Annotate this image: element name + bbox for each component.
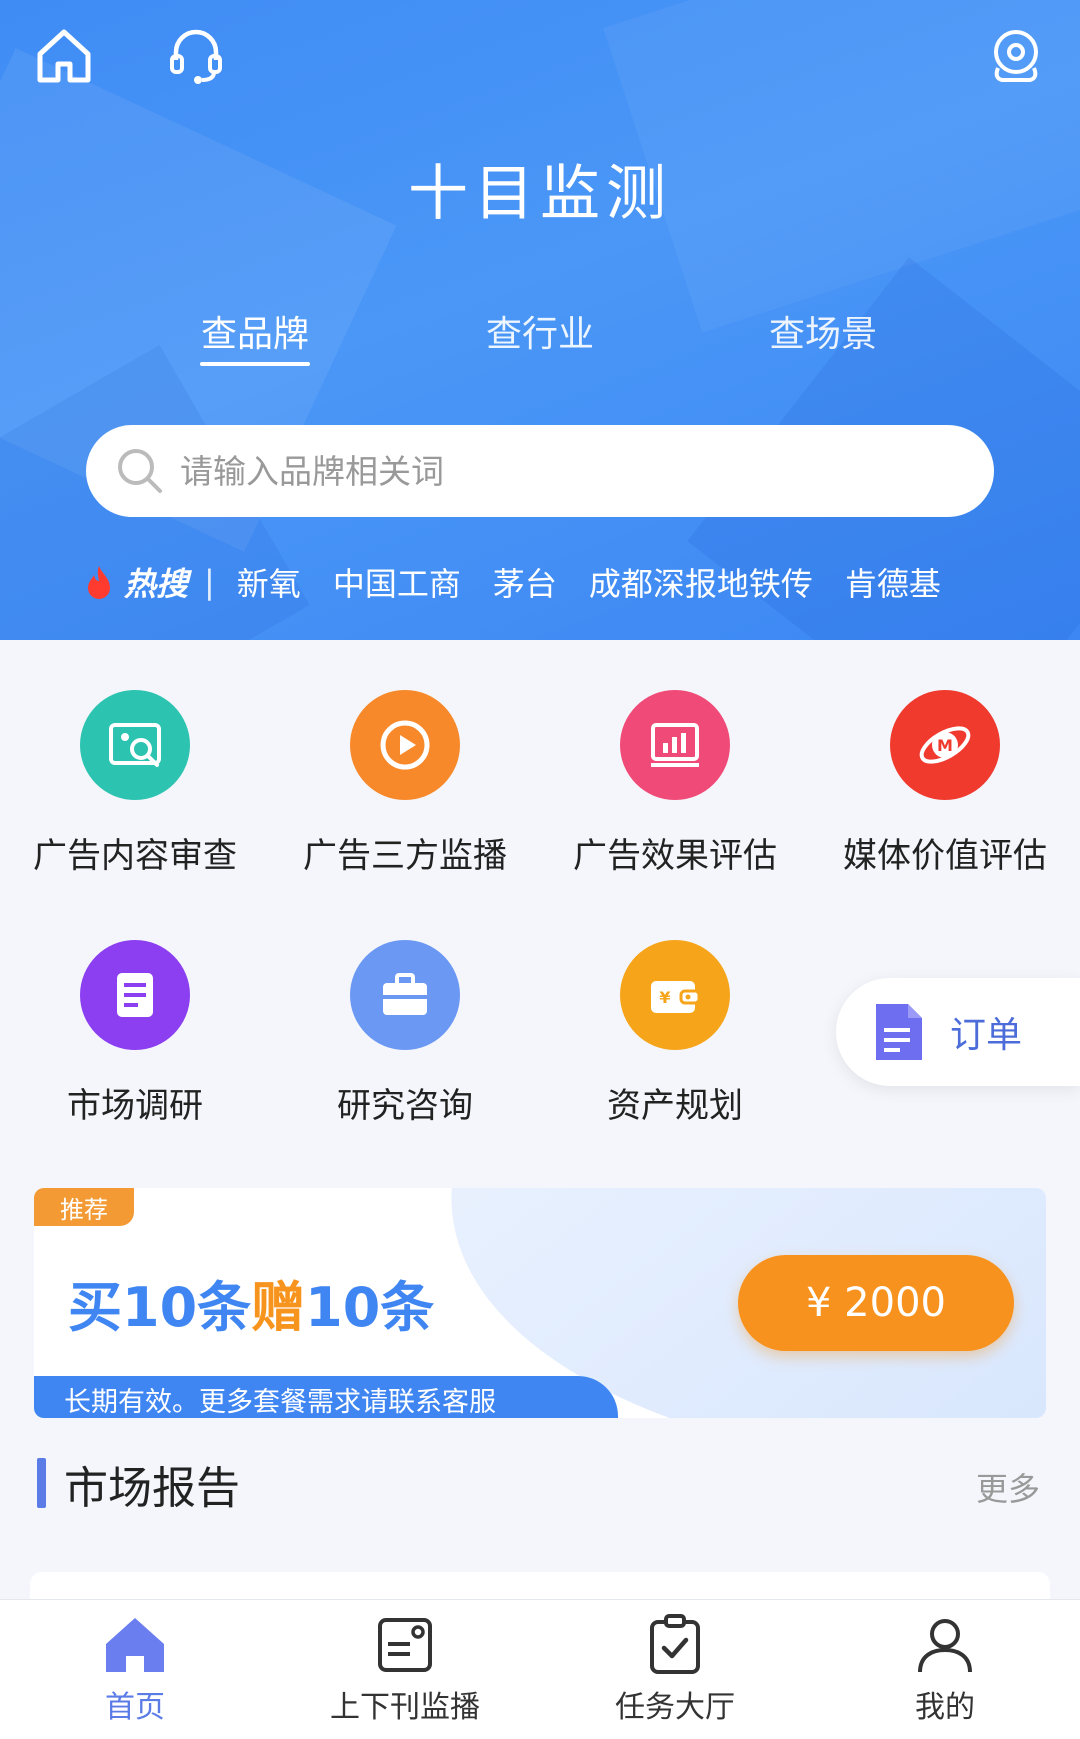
document-icon [80,940,190,1050]
service-label: 资产规划 [607,1086,743,1126]
nav-mine[interactable]: 我的 [810,1610,1080,1726]
service-asset-planning[interactable]: ¥ 资产规划 [540,940,810,1127]
service-ad-effect-evaluation[interactable]: 广告效果评估 [540,690,810,877]
promo-note: 长期有效。更多套餐需求请联系客服 [34,1376,618,1418]
market-report-section: 市场报告 更多 [0,1418,1080,1544]
hot-search-label: 热搜 [124,565,189,603]
camera-icon[interactable] [980,20,1052,92]
section-accent-bar [37,1458,46,1508]
service-label: 媒体价值评估 [843,836,1047,876]
page-title: 十目监测 [408,159,672,229]
service-research-consulting[interactable]: 研究咨询 [270,940,540,1127]
bottom-nav: 首页 上下刊监播 任务大厅 我的 [0,1599,1080,1739]
promo-gift-count: 10条 [305,1276,435,1339]
more-link[interactable]: 更多 [976,1464,1040,1510]
nav-label: 我的 [915,1690,975,1725]
hot-separator: | [204,563,215,601]
customer-service-icon[interactable] [160,20,232,92]
monitor-card-icon [378,1618,432,1672]
nav-label: 上下刊监播 [330,1690,480,1725]
hot-keyword[interactable]: 肯德基 [845,559,941,605]
service-label: 研究咨询 [337,1086,473,1126]
nav-home[interactable]: 首页 [0,1610,270,1726]
promo-buy-text: 买10条 [68,1276,252,1339]
search-tabs: 查品牌 查行业 查场景 [0,305,1080,375]
home-icon[interactable] [28,20,100,92]
service-media-value-evaluation[interactable]: M 媒体价值评估 [810,690,1080,877]
tab-brand[interactable]: 查品牌 [155,305,355,366]
header: 十目监测 查品牌 查行业 查场景 热搜 | 新氧 中国工商 茅台 成都深报地铁传… [0,0,1080,640]
user-icon [918,1619,972,1673]
promo-headline: 买10条赠10条 [68,1263,434,1342]
hot-keyword[interactable]: 茅台 [493,559,557,605]
search-bar[interactable] [86,425,994,517]
bar-chart-icon [620,690,730,800]
order-label: 订单 [950,1015,1023,1056]
tab-industry[interactable]: 查行业 [440,305,640,357]
nav-task-hall[interactable]: 任务大厅 [540,1610,810,1726]
promo-banner[interactable]: 推荐 买10条赠10条 ¥ 2000 长期有效。更多套餐需求请联系客服 [34,1188,1046,1418]
tab-label: 查场景 [768,314,877,355]
recommend-badge: 推荐 [34,1188,134,1226]
service-label: 广告效果评估 [573,836,777,876]
nav-label: 任务大厅 [615,1690,735,1725]
hot-keyword[interactable]: 新氧 [237,559,301,605]
tab-label: 查品牌 [200,314,309,355]
service-ad-content-review[interactable]: 广告内容审查 [0,690,270,877]
hot-search-row: 热搜 | 新氧 中国工商 茅台 成都深报地铁传 肯德基 [84,558,973,606]
task-clipboard-icon [650,1614,700,1674]
tab-scene[interactable]: 查场景 [723,305,923,357]
fire-icon [88,566,110,599]
wallet-icon: ¥ [620,940,730,1050]
service-label: 广告三方监播 [303,836,507,876]
tab-label: 查行业 [485,314,594,355]
play-icon [350,690,460,800]
service-label: 广告内容审查 [33,836,237,876]
image-search-icon [80,690,190,800]
svg-text:¥: ¥ [659,988,670,1007]
price-button[interactable]: ¥ 2000 [738,1255,1014,1351]
svg-text:M: M [937,736,953,755]
service-market-research[interactable]: 市场调研 [0,940,270,1127]
hot-keyword[interactable]: 成都深报地铁传 [589,559,813,605]
section-title: 市场报告 [64,1463,240,1514]
media-m-icon: M [890,690,1000,800]
hot-keyword[interactable]: 中国工商 [333,559,461,605]
briefcase-icon [350,940,460,1050]
nav-monitoring[interactable]: 上下刊监播 [270,1610,540,1726]
service-label: 市场调研 [67,1086,203,1126]
nav-label: 首页 [105,1690,165,1725]
order-doc-icon [876,1004,922,1060]
search-input[interactable] [180,451,960,491]
tab-active-indicator [200,362,310,366]
order-button[interactable]: 订单 [836,978,1080,1086]
search-icon [118,449,162,493]
service-ad-monitoring[interactable]: 广告三方监播 [270,690,540,877]
home-icon [106,1618,164,1672]
promo-gift-text: 赠 [251,1276,306,1339]
